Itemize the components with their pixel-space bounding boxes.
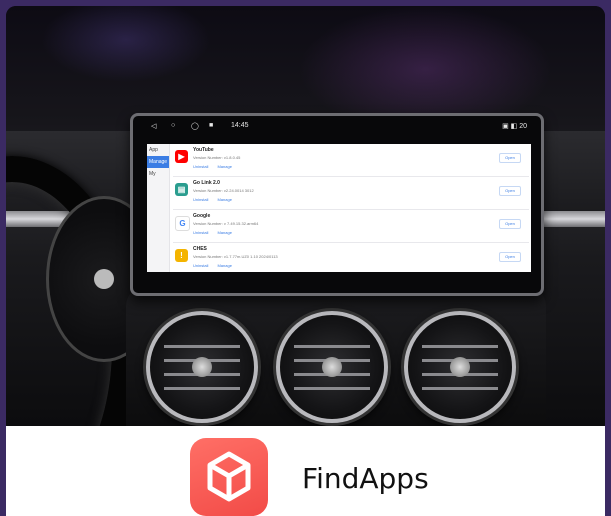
- app-name: Go Link 2.0: [193, 180, 220, 186]
- side-tab-bar: App Manage My: [147, 144, 170, 272]
- vent-knob: [450, 357, 470, 377]
- list-item[interactable]: ! CHES Version Number: v1.7.77m.UZ0 1.10…: [173, 243, 529, 272]
- findapps-cube-icon: [190, 438, 268, 516]
- vent-knob: [322, 357, 342, 377]
- open-button[interactable]: Open: [499, 219, 521, 229]
- app-version: Version Number: v1.7.77m.UZ0 1.10 2024/0…: [193, 254, 278, 259]
- uninstall-link[interactable]: Uninstall: [193, 197, 208, 202]
- vent-knob: [192, 357, 212, 377]
- recent-icon[interactable]: ◯: [191, 122, 199, 130]
- app-name: CHES: [193, 246, 207, 252]
- app-list: ▶ YouTube Version Number: v1.8.0.45 Unin…: [173, 144, 529, 272]
- app-version: Version Number: v1.8.0.45: [193, 155, 241, 160]
- air-vent-right: [404, 311, 516, 423]
- square-icon[interactable]: ■: [209, 122, 213, 129]
- status-bar: ◁ ○ ◯ ■ 14:45 ▣ ◧ 20: [141, 120, 531, 134]
- manage-link[interactable]: Manage: [217, 230, 231, 235]
- uninstall-link[interactable]: Uninstall: [193, 263, 208, 268]
- open-button[interactable]: Open: [499, 252, 521, 262]
- app-version: Version Number: v2.24.0014 3012: [193, 188, 254, 193]
- app-banner: FindApps: [6, 426, 605, 516]
- car-interior: ◁ ○ ◯ ■ 14:45 ▣ ◧ 20 App Manage My ▶ You…: [6, 6, 605, 516]
- manage-link[interactable]: Manage: [217, 263, 231, 268]
- tab-app[interactable]: App: [147, 144, 169, 156]
- clock: 14:45: [231, 122, 249, 129]
- status-icons: ▣ ◧ 20: [502, 123, 527, 130]
- uninstall-link[interactable]: Uninstall: [193, 164, 208, 169]
- app-name: YouTube: [193, 147, 214, 153]
- manage-link[interactable]: Manage: [217, 164, 231, 169]
- air-vent-center: [276, 311, 388, 423]
- youtube-icon: ▶: [175, 150, 188, 163]
- app-manager-window: App Manage My ▶ YouTube Version Number: …: [147, 144, 531, 272]
- ches-icon: !: [175, 249, 188, 262]
- app-name: Google: [193, 213, 211, 219]
- tab-manage[interactable]: Manage: [147, 156, 169, 168]
- list-item[interactable]: ▶ YouTube Version Number: v1.8.0.45 Unin…: [173, 144, 529, 177]
- tab-my[interactable]: My: [147, 168, 169, 180]
- list-item[interactable]: G Google Version Number: v 7.49.15.32.ar…: [173, 210, 529, 243]
- app-title: FindApps: [302, 462, 429, 495]
- uninstall-link[interactable]: Uninstall: [193, 230, 208, 235]
- product-photo: ◁ ○ ◯ ■ 14:45 ▣ ◧ 20 App Manage My ▶ You…: [6, 6, 605, 516]
- home-icon[interactable]: ○: [171, 122, 175, 129]
- golink-icon: ▤: [175, 183, 188, 196]
- app-version: Version Number: v 7.49.15.32.arm64: [193, 221, 259, 226]
- list-item[interactable]: ▤ Go Link 2.0 Version Number: v2.24.0014…: [173, 177, 529, 210]
- google-icon: G: [175, 216, 190, 231]
- air-vent-left: [146, 311, 258, 423]
- back-icon[interactable]: ◁: [151, 122, 156, 130]
- open-button[interactable]: Open: [499, 186, 521, 196]
- head-unit-screen: ◁ ○ ◯ ■ 14:45 ▣ ◧ 20 App Manage My ▶ You…: [130, 113, 544, 296]
- open-button[interactable]: Open: [499, 153, 521, 163]
- manage-link[interactable]: Manage: [217, 197, 231, 202]
